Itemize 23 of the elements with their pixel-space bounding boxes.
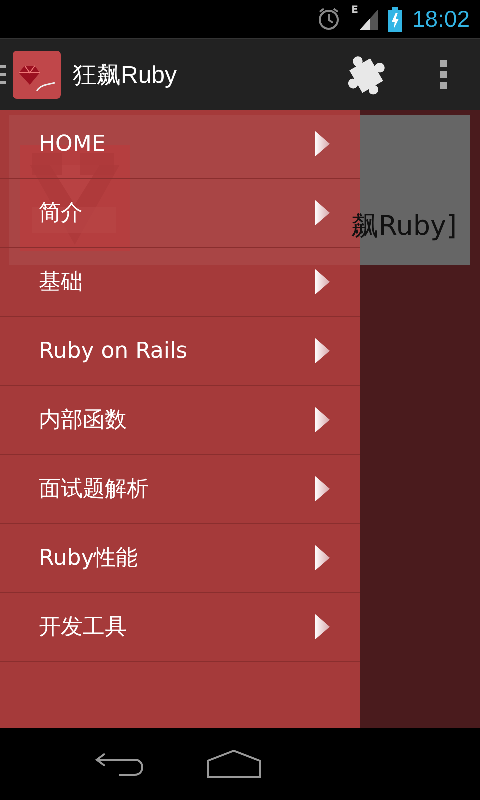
arrow-icon — [315, 269, 330, 295]
network-type: E — [352, 6, 358, 16]
arrow-icon — [315, 200, 330, 226]
app-title: 狂飙Ruby — [73, 60, 178, 90]
drawer-item[interactable]: 内部函数 — [0, 386, 360, 455]
drawer-item[interactable]: 开发工具 — [0, 593, 360, 662]
arrow-icon — [315, 131, 330, 157]
drawer-item[interactable]: Ruby on Rails — [0, 317, 360, 386]
app-logo-icon — [13, 50, 61, 98]
battery-icon — [388, 6, 402, 32]
arrow-icon — [315, 476, 330, 502]
arrow-icon — [315, 338, 330, 364]
status-time: 18:02 — [412, 6, 470, 32]
drawer-item[interactable]: 基础 — [0, 248, 360, 317]
overflow-menu-icon[interactable] — [440, 60, 447, 89]
drawer-item[interactable]: HOME — [0, 110, 360, 179]
home-button[interactable] — [207, 750, 261, 778]
arrow-icon — [315, 614, 330, 640]
arrow-icon — [315, 545, 330, 571]
arrow-icon — [315, 407, 330, 433]
drawer-item[interactable]: 面试题解析 — [0, 455, 360, 524]
menu-icon — [0, 65, 6, 84]
drawer-item[interactable]: Ruby性能 — [0, 524, 360, 593]
